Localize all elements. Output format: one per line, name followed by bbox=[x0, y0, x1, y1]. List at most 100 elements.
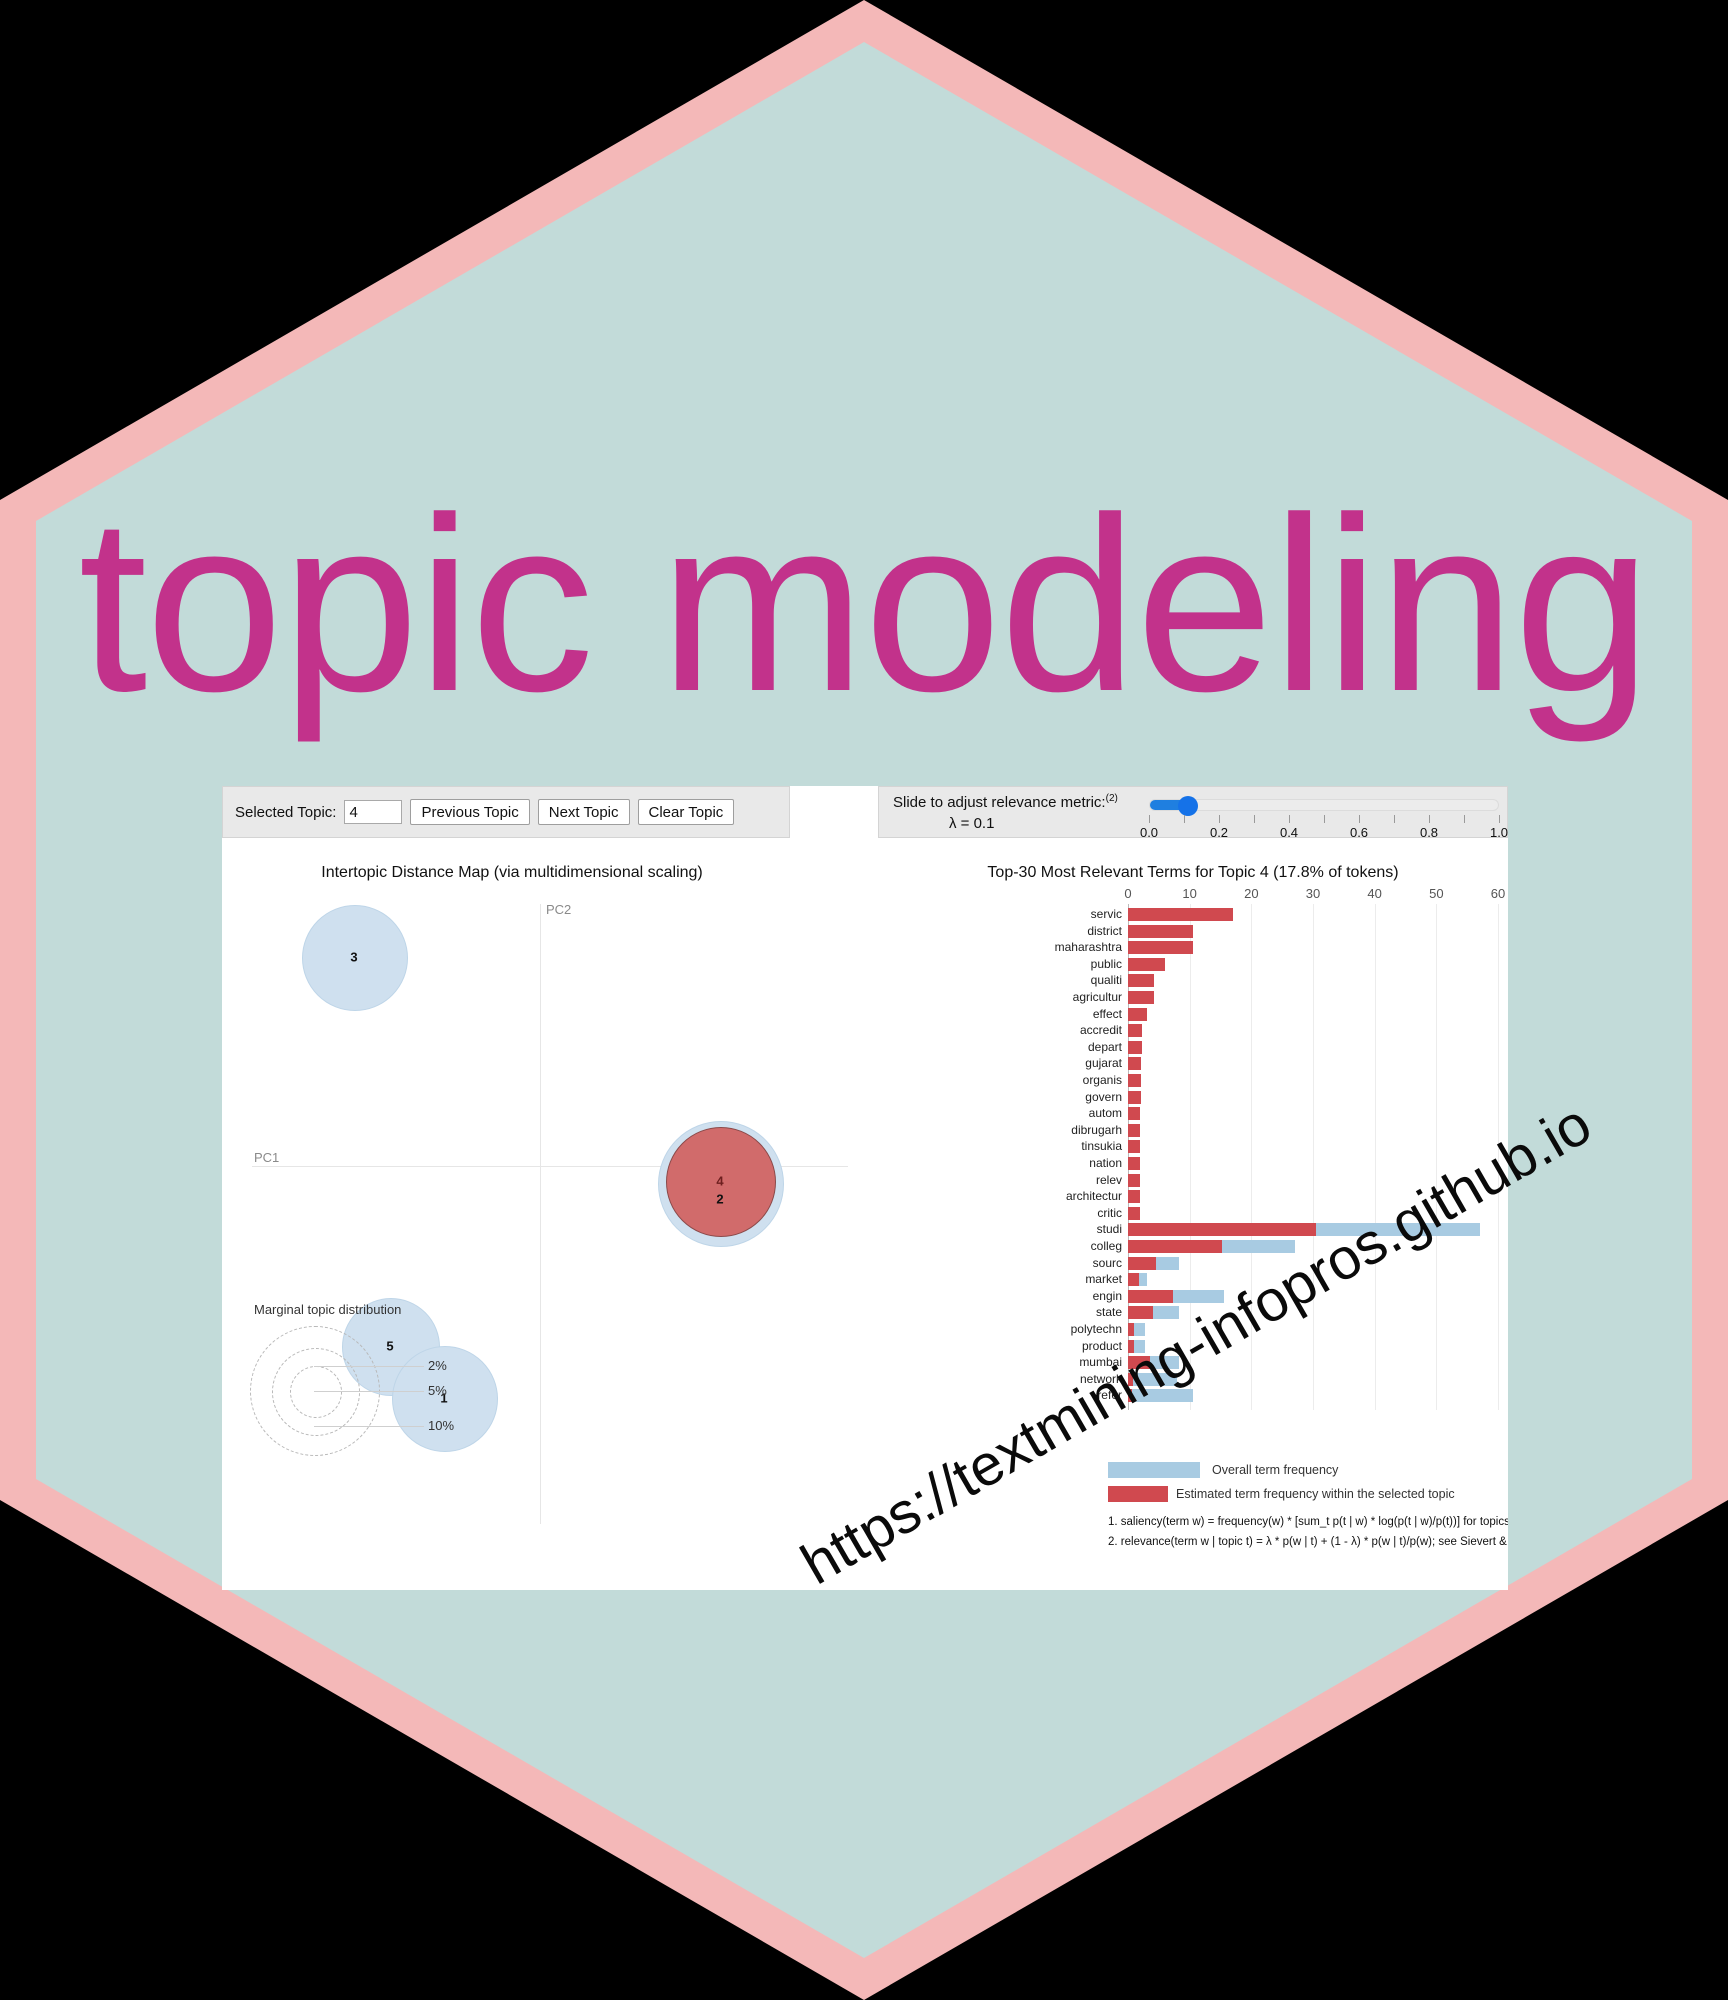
marginal-circle-2 bbox=[290, 1366, 342, 1418]
bar-row[interactable]: refer bbox=[878, 1388, 1508, 1403]
bar-row[interactable]: nation bbox=[878, 1156, 1508, 1170]
bar-topic-frequency bbox=[1128, 908, 1233, 921]
bar-topic-frequency bbox=[1128, 1024, 1142, 1038]
slider-tick bbox=[1464, 815, 1465, 823]
slider-tick bbox=[1289, 815, 1290, 823]
slider-tick-label: 0.8 bbox=[1419, 825, 1439, 840]
pc1-axis-label: PC1 bbox=[254, 1150, 280, 1165]
bar-row[interactable]: qualiti bbox=[878, 973, 1508, 988]
bar-term-label: architectur bbox=[1065, 1189, 1122, 1204]
topic-bubble-label: 4 bbox=[716, 1173, 724, 1188]
bar-term-label: effect bbox=[1092, 1006, 1122, 1021]
bar-topic-frequency bbox=[1128, 1206, 1141, 1220]
bar-row[interactable]: autom bbox=[878, 1106, 1508, 1121]
bar-topic-frequency bbox=[1128, 1323, 1135, 1336]
bar-term-label: govern bbox=[1085, 1089, 1122, 1104]
bar-topic-frequency bbox=[1128, 1273, 1140, 1287]
bar-topic-frequency bbox=[1128, 1240, 1222, 1253]
bar-topic-frequency bbox=[1128, 1223, 1317, 1237]
marginal-leader-2 bbox=[314, 1366, 424, 1367]
bar-term-label: depart bbox=[1087, 1039, 1122, 1054]
wordmark-title: topic modeling bbox=[78, 465, 1651, 743]
lambda-value-label: λ = 0.1 bbox=[949, 815, 995, 832]
bar-row[interactable]: effect bbox=[878, 1006, 1508, 1021]
bar-row[interactable]: servic bbox=[878, 907, 1508, 921]
slider-tick bbox=[1324, 815, 1325, 823]
relevance-slider-bar: Slide to adjust relevance metric:(2) λ =… bbox=[878, 786, 1508, 840]
bar-term-label: accredit bbox=[1079, 1023, 1122, 1038]
bar-topic-frequency bbox=[1128, 924, 1193, 938]
slider-tick bbox=[1149, 815, 1150, 823]
topic-controls-bar: Selected Topic: Previous Topic Next Topi… bbox=[222, 786, 790, 838]
bar-topic-frequency bbox=[1128, 957, 1165, 971]
slider-tick bbox=[1394, 815, 1395, 823]
sticker-canvas: topic modeling Selected Topic: Previous … bbox=[0, 0, 1728, 2000]
bar-row[interactable]: district bbox=[878, 923, 1508, 938]
bar-row[interactable]: sourc bbox=[878, 1256, 1508, 1270]
bar-term-label: state bbox=[1095, 1305, 1122, 1320]
bar-row[interactable]: agricultur bbox=[878, 990, 1508, 1004]
bar-x-tick-label: 60 bbox=[1490, 886, 1506, 901]
bar-row[interactable]: gujarat bbox=[878, 1056, 1508, 1071]
bar-term-label: tinsukia bbox=[1081, 1139, 1122, 1154]
bar-row[interactable]: market bbox=[878, 1272, 1508, 1287]
marginal-pct-2: 2% bbox=[428, 1358, 447, 1373]
bar-topic-frequency bbox=[1128, 941, 1193, 955]
bar-x-tick-label: 20 bbox=[1244, 886, 1259, 901]
next-topic-button[interactable]: Next Topic bbox=[537, 799, 630, 825]
bar-topic-frequency bbox=[1128, 1090, 1141, 1104]
slider-tick-label: 0.6 bbox=[1349, 825, 1369, 840]
bar-term-label: district bbox=[1087, 923, 1122, 938]
slider-tick bbox=[1254, 815, 1255, 823]
bar-row[interactable]: organis bbox=[878, 1073, 1508, 1087]
bar-row[interactable]: accredit bbox=[878, 1023, 1508, 1038]
bar-x-tick-label: 30 bbox=[1305, 886, 1321, 901]
slider-tick-label: 0.4 bbox=[1279, 825, 1299, 840]
marginal-topic-distribution-label: Marginal topic distribution bbox=[254, 1302, 402, 1317]
bar-term-label: gujarat bbox=[1085, 1056, 1122, 1071]
legend-label-overall: Overall term frequency bbox=[1212, 1463, 1339, 1477]
bar-row[interactable]: dibrugarh bbox=[878, 1122, 1508, 1137]
bar-row[interactable]: public bbox=[878, 956, 1508, 971]
clear-topic-button[interactable]: Clear Topic bbox=[637, 799, 735, 825]
bar-row[interactable]: govern bbox=[878, 1089, 1508, 1104]
bar-row[interactable]: tinsukia bbox=[878, 1139, 1508, 1154]
legend-label-estimated: Estimated term frequency within the sele… bbox=[1176, 1487, 1455, 1501]
bar-x-tick-label: 50 bbox=[1429, 886, 1444, 901]
relevance-slider-knob[interactable] bbox=[1178, 796, 1198, 816]
bar-term-label: agricultur bbox=[1072, 990, 1122, 1004]
slider-tick-label: 0.2 bbox=[1209, 825, 1229, 840]
slider-tick bbox=[1499, 815, 1500, 823]
topic-bubble-label: 3 bbox=[350, 949, 358, 965]
bar-row[interactable]: depart bbox=[878, 1039, 1508, 1054]
bar-term-label: organis bbox=[1082, 1073, 1122, 1087]
ldavis-panel: Selected Topic: Previous Topic Next Topi… bbox=[222, 786, 1508, 1590]
bar-topic-frequency bbox=[1128, 1123, 1141, 1137]
bar-topic-frequency bbox=[1128, 1107, 1141, 1121]
bar-row[interactable]: engin bbox=[878, 1289, 1508, 1303]
bar-term-label: polytechn bbox=[1070, 1322, 1122, 1336]
footnote-saliency: 1. saliency(term w) = frequency(w) * [su… bbox=[1108, 1516, 1508, 1528]
intertopic-map-title: Intertopic Distance Map (via multidimens… bbox=[321, 864, 703, 881]
bar-topic-frequency bbox=[1128, 1074, 1141, 1087]
marginal-leader-5 bbox=[314, 1391, 424, 1392]
relevance-slider-label: Slide to adjust relevance metric:(2) bbox=[893, 793, 1118, 811]
slider-tick bbox=[1219, 815, 1220, 823]
previous-topic-button[interactable]: Previous Topic bbox=[410, 799, 530, 825]
selected-topic-input[interactable] bbox=[344, 800, 403, 824]
slider-tick bbox=[1359, 815, 1360, 823]
top-terms-title: Top-30 Most Relevant Terms for Topic 4 (… bbox=[987, 864, 1399, 881]
bar-x-tick-label: 0 bbox=[1124, 886, 1132, 901]
slider-tick-label: 1.0 bbox=[1489, 825, 1508, 840]
relevance-footnote-marker: (2) bbox=[1105, 793, 1118, 804]
bar-row[interactable]: maharashtra bbox=[878, 940, 1508, 955]
bar-term-label: relev bbox=[1095, 1172, 1122, 1187]
bar-term-label: dibrugarh bbox=[1071, 1122, 1122, 1137]
footnote-relevance: 2. relevance(term w | topic t) = λ * p(w… bbox=[1108, 1536, 1508, 1548]
selected-topic-label: Selected Topic: bbox=[235, 803, 337, 821]
bar-chart-x-axis: 0 10 20 30 40 50 60 bbox=[878, 886, 1508, 902]
bar-term-label: public bbox=[1090, 956, 1122, 971]
pc2-axis-label: PC2 bbox=[546, 902, 572, 917]
relevance-slider-track[interactable] bbox=[1149, 796, 1499, 816]
bar-topic-frequency bbox=[1128, 1289, 1174, 1303]
